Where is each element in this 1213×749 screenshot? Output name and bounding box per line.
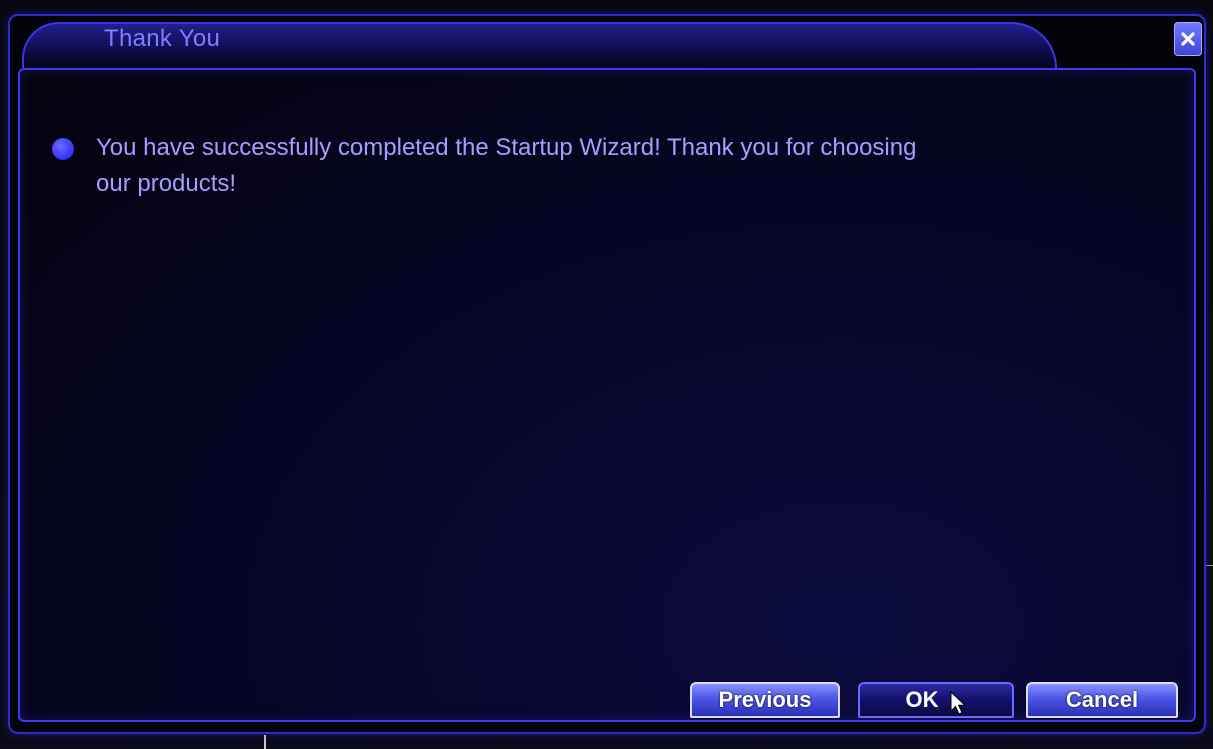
ok-button-label: OK [905, 687, 939, 712]
ok-button[interactable]: OK [858, 682, 1014, 718]
screen-divider-vertical [264, 735, 266, 749]
thank-you-dialog: Thank You You have successfully complete… [8, 14, 1206, 734]
cancel-button[interactable]: Cancel [1026, 682, 1178, 718]
cancel-button-label: Cancel [1065, 687, 1139, 712]
bullet-dot-icon [52, 138, 74, 160]
dialog-content-panel: You have successfully completed the Star… [18, 68, 1196, 722]
close-button[interactable] [1174, 22, 1202, 56]
previous-button[interactable]: Previous [690, 682, 840, 718]
previous-button-label: Previous [718, 687, 812, 712]
dialog-title: Thank You [104, 25, 221, 52]
completion-message-text: You have successfully completed the Star… [96, 134, 917, 197]
completion-message: You have successfully completed the Star… [52, 130, 952, 202]
close-icon [1181, 32, 1195, 46]
mouse-pointer-icon [950, 691, 966, 715]
dialog-title-bar: Thank You [22, 22, 1057, 68]
